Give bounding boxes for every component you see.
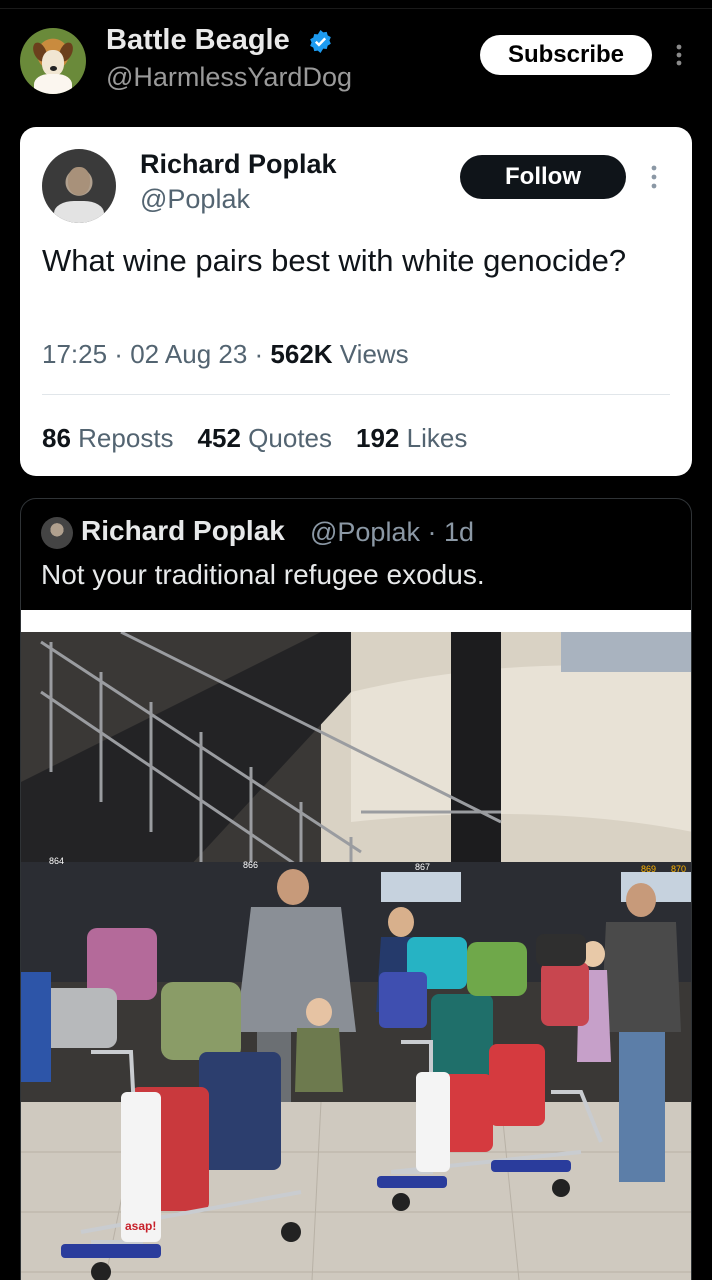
author-handle: @Poplak: [140, 184, 250, 214]
more-options-icon[interactable]: [676, 44, 682, 66]
views-label: Views: [332, 339, 409, 369]
likes-stat[interactable]: 192 Likes: [356, 423, 467, 454]
tweet-date: 02 Aug 23: [130, 339, 248, 369]
tweet-more-icon[interactable]: [651, 165, 657, 189]
gate-sign-center: 867: [415, 862, 430, 872]
quoted-author-handle: @Poplak · 1d: [310, 517, 475, 547]
quoted-tweet-text: Not your traditional refugee exodus.: [41, 559, 485, 590]
verified-badge-icon: [310, 30, 331, 53]
quotes-stat[interactable]: 452 Quotes: [198, 423, 332, 454]
gate-sign-mid: 866: [243, 860, 258, 870]
quoted-author-name[interactable]: Richard Poplak: [81, 515, 285, 547]
gate-sign-right2: 870: [671, 864, 686, 874]
tweet-text: What wine pairs best with white genocide…: [42, 243, 627, 278]
meta-separator: ·: [247, 339, 271, 369]
channel-name[interactable]: Battle Beagle: [106, 24, 290, 57]
follow-button[interactable]: Follow: [460, 155, 626, 199]
author-avatar[interactable]: [42, 149, 116, 223]
trolley-brand: asap!: [125, 1219, 156, 1233]
beagle-avatar[interactable]: [20, 28, 86, 94]
gate-sign-right1: 869: [641, 864, 656, 874]
airport-luggage-photo[interactable]: 864 866 867 869 870 asap!: [21, 610, 691, 1280]
views-count: 562K: [270, 339, 333, 369]
engagement-stats: 86 Reposts 452 Quotes 192 Likes: [42, 423, 467, 454]
gate-sign-left: 864: [49, 856, 64, 866]
meta-separator: ·: [107, 339, 131, 369]
tweet-time: 17:25: [42, 339, 108, 369]
reposts-stat[interactable]: 86 Reposts: [42, 423, 174, 454]
quoted-author-avatar[interactable]: [41, 517, 73, 549]
tweet-meta: 17:25 · 02 Aug 23 · 562K Views: [42, 339, 409, 370]
embedded-tweet-card[interactable]: Richard Poplak @Poplak Follow What wine …: [20, 127, 692, 476]
subscribe-button[interactable]: Subscribe: [480, 35, 652, 75]
photo-illustration: 864 866 867 869 870 asap!: [21, 632, 691, 1280]
channel-handle: @HarmlessYardDog: [106, 62, 352, 92]
author-name[interactable]: Richard Poplak: [140, 149, 337, 180]
top-divider: [0, 8, 712, 9]
card-divider: [42, 394, 670, 395]
quoted-tweet[interactable]: Richard Poplak @Poplak · 1d Not your tra…: [20, 498, 692, 1280]
